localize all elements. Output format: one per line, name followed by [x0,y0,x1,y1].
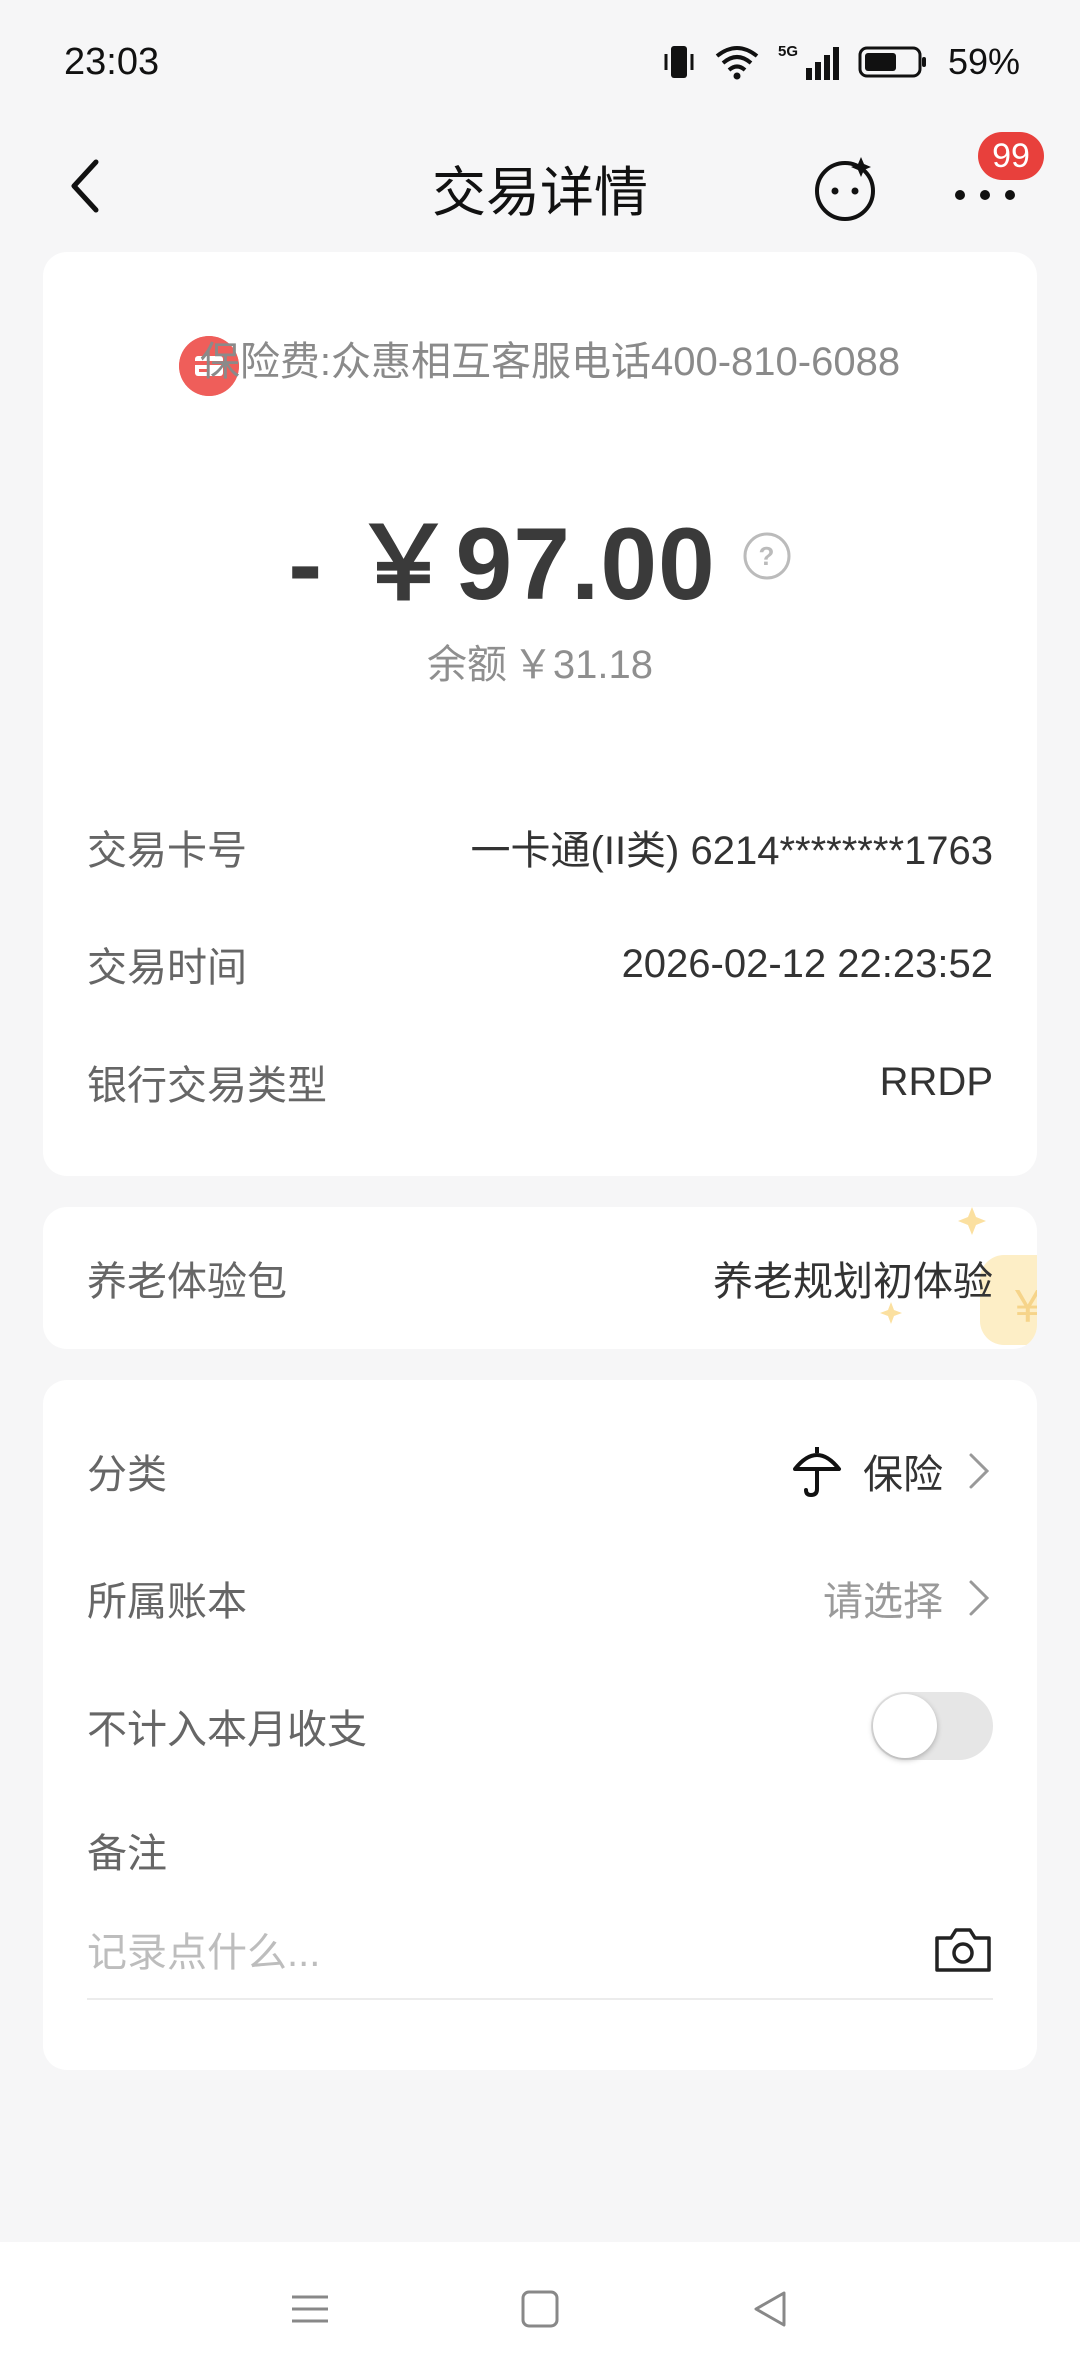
exclude-toggle[interactable] [871,1692,993,1760]
status-bar: 23:03 5G 59% [0,0,1080,124]
note-placeholder: 记录点什么... [87,1931,321,1975]
detail-value: 2026-02-12 22:23:52 [621,941,993,986]
note-label: 备注 [87,1832,167,1876]
ledger-value-group: 请选择 [823,1569,993,1627]
status-icons: 5G 59% [662,41,1020,83]
svg-text:?: ? [758,541,775,571]
balance-label: 余额 [426,643,507,687]
detail-label: 交易卡号 [87,829,247,873]
balance-value: ￥31.18 [512,643,654,687]
detail-label: 交易时间 [87,946,247,990]
merchant-text: 保险费:众惠相互客服电话400-810-6088 [199,340,901,384]
ledger-row[interactable]: 所属账本 请选择 [87,1558,993,1638]
exclude-label: 不计入本月收支 [87,1708,367,1752]
umbrella-icon [793,1447,841,1498]
detail-row-type: 银行交易类型 RRDP [87,1042,993,1122]
question-circle-icon[interactable]: ? [742,531,792,581]
back-triangle-icon[interactable] [750,2289,790,2329]
nav-bar: 交易详情 99 [0,124,1080,250]
extra-card: 分类 保险 所属账本 请选择 不计入本月收支 备注 记录点什么... [43,1380,1037,2070]
detail-value: RRDP [879,1059,993,1104]
ledger-value: 请选择 [823,1580,943,1624]
pension-row: 养老体验包 养老规划初体验 [87,1238,993,1318]
ledger-label: 所属账本 [87,1580,247,1624]
exclude-row: 不计入本月收支 [87,1686,993,1766]
transaction-amount: - ￥97.00 [288,507,716,621]
chevron-right-icon [969,1580,990,1616]
page-title: 交易详情 [432,162,648,223]
category-value-group: 保险 [791,1442,993,1500]
back-icon[interactable] [62,156,112,216]
note-label-row: 备注 [87,1810,993,1890]
home-icon[interactable] [520,2289,560,2329]
svg-text:¥: ¥ [1014,1280,1037,1332]
menu-icon[interactable] [290,2289,330,2329]
vibrate-icon [664,46,694,78]
chevron-right-icon [969,1453,990,1489]
camera-icon[interactable] [933,1924,993,1974]
battery-icon [858,46,926,78]
category-row[interactable]: 分类 保险 [87,1431,993,1511]
status-time: 23:03 [64,40,160,83]
system-nav-bar [0,2242,1080,2376]
battery-percent: 59% [947,41,1020,82]
balance: 余额 ￥31.18 [43,632,1037,690]
notification-badge: 99 [978,132,1044,180]
category-value: 保险 [863,1453,943,1497]
network-label: 5G [778,43,798,60]
cell-signal-icon: 5G [778,43,839,80]
transaction-card: 保险费:众惠相互客服电话400-810-6088 - ￥97.00 ? 余额 ￥3… [43,252,1037,1176]
detail-row-card-number: 交易卡号 一卡通(II类) 6214********1763 [87,807,993,887]
amount-row: - ￥97.00 ? [43,482,1037,629]
note-input[interactable]: 记录点什么... [87,1900,993,2000]
pension-card[interactable]: ¥ 养老体验包 养老规划初体验 [43,1207,1037,1349]
wifi-icon [715,46,759,80]
toggle-knob [873,1694,937,1758]
detail-value: 一卡通(II类) 6214********1763 [470,829,993,873]
merchant-name: 保险费:众惠相互客服电话400-810-6088 [43,332,1037,392]
smiley-bot-icon[interactable] [810,154,880,224]
pension-value: 养老规划初体验 [713,1260,993,1304]
detail-label: 银行交易类型 [87,1064,327,1108]
detail-row-time: 交易时间 2026-02-12 22:23:52 [87,924,993,1004]
category-label: 分类 [87,1453,167,1497]
pension-label: 养老体验包 [87,1260,287,1304]
